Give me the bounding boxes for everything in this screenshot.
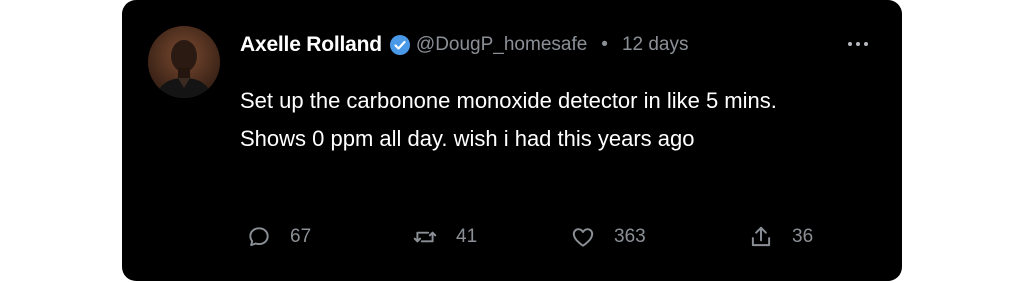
avatar-image bbox=[148, 26, 220, 98]
share-button[interactable]: 36 bbox=[748, 220, 813, 254]
share-icon bbox=[751, 226, 771, 247]
reply-icon bbox=[249, 227, 269, 247]
post-header: Axelle Rolland @DougP_homesafe • 12 days bbox=[240, 30, 689, 60]
author-handle[interactable]: @DougP_homesafe bbox=[416, 34, 587, 56]
repost-count: 41 bbox=[456, 226, 478, 247]
reply-count: 67 bbox=[290, 226, 312, 247]
repost-button[interactable]: 41 bbox=[412, 220, 477, 254]
more-options-icon[interactable] bbox=[848, 32, 868, 56]
like-button[interactable]: 363 bbox=[570, 220, 646, 254]
repost-icon bbox=[413, 231, 437, 243]
like-count: 363 bbox=[614, 226, 646, 247]
verified-badge-icon bbox=[388, 33, 412, 57]
like-icon bbox=[572, 228, 594, 247]
separator-dot: • bbox=[601, 34, 608, 55]
share-count: 36 bbox=[792, 226, 814, 247]
author-name[interactable]: Axelle Rolland bbox=[240, 33, 382, 57]
action-bar: 67 41 363 36 bbox=[122, 220, 902, 254]
avatar[interactable] bbox=[148, 26, 220, 98]
post-card: Axelle Rolland @DougP_homesafe • 12 days… bbox=[122, 0, 902, 281]
post-text: Set up the carbonone monoxide detector i… bbox=[240, 88, 777, 151]
post-timestamp[interactable]: 12 days bbox=[622, 34, 689, 56]
reply-button[interactable]: 67 bbox=[246, 220, 311, 254]
